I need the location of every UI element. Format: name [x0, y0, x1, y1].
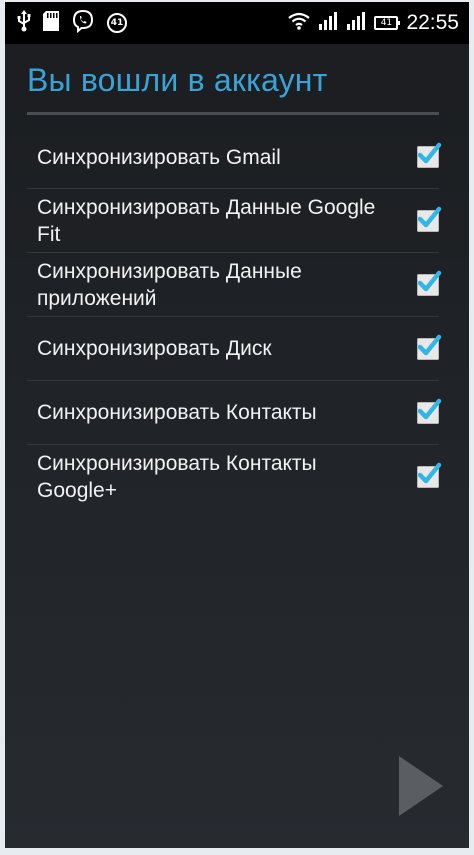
sync-row-app-data[interactable]: Синхронизировать Данные приложений	[27, 253, 442, 317]
checkmark-icon	[417, 142, 442, 164]
signal-icon-2	[346, 12, 366, 34]
sync-row-label: Синхронизировать Диск	[37, 337, 272, 360]
sync-row-gmail[interactable]: Синхронизировать Gmail	[27, 126, 442, 189]
signal-icon	[318, 12, 338, 34]
checkmark-icon	[417, 398, 442, 419]
sync-app-data-checkbox[interactable]	[417, 270, 442, 296]
viber-icon	[71, 9, 95, 37]
clock: 22:55	[406, 11, 459, 34]
checkmark-icon	[417, 270, 442, 291]
checkmark-icon	[417, 206, 442, 227]
sd-card-icon	[43, 11, 59, 35]
sync-row-label: Синхронизировать Контакты Google+	[37, 452, 317, 502]
next-button[interactable]	[397, 754, 445, 818]
sync-row-contacts-google-plus[interactable]: Синхронизировать Контакты Google+	[27, 445, 442, 509]
sync-contacts-google-plus-checkbox[interactable]	[417, 462, 442, 488]
checkmark-icon	[417, 462, 442, 484]
wifi-icon	[288, 12, 311, 34]
page-title: Вы вошли в аккаунт	[27, 62, 328, 98]
status-bar-right: 41 22:55	[288, 10, 459, 36]
sync-row-label: Синхронизировать Контакты	[37, 401, 317, 424]
status-bar: 41 41 22:55	[5, 2, 469, 44]
phone-screen: 41 41 22:55 Вы вошли в аккаунт Синхрониз…	[5, 2, 469, 848]
sync-row-label: Синхронизировать Gmail	[37, 145, 281, 169]
battery-icon: 41	[374, 16, 401, 30]
sync-list: Синхронизировать Gmail Синхронизировать …	[27, 126, 442, 509]
sync-google-fit-checkbox[interactable]	[417, 206, 442, 232]
sync-gmail-checkbox[interactable]	[417, 142, 442, 168]
sync-drive-checkbox[interactable]	[417, 334, 442, 360]
usb-icon	[17, 10, 31, 36]
next-arrow-icon	[399, 756, 443, 816]
sync-row-label: Синхронизировать Данные Google Fit	[37, 195, 376, 246]
status-bar-left: 41	[17, 9, 127, 37]
sync-row-google-fit[interactable]: Синхронизировать Данные Google Fit	[27, 189, 442, 253]
sync-row-contacts[interactable]: Синхронизировать Контакты	[27, 381, 442, 445]
checkmark-icon	[417, 334, 442, 355]
sync-contacts-checkbox[interactable]	[417, 398, 442, 424]
sync-row-label: Синхронизировать Данные приложений	[37, 259, 302, 310]
sync-row-drive[interactable]: Синхронизировать Диск	[27, 317, 442, 381]
notification-badge-icon: 41	[107, 13, 127, 33]
title-divider	[27, 112, 439, 115]
